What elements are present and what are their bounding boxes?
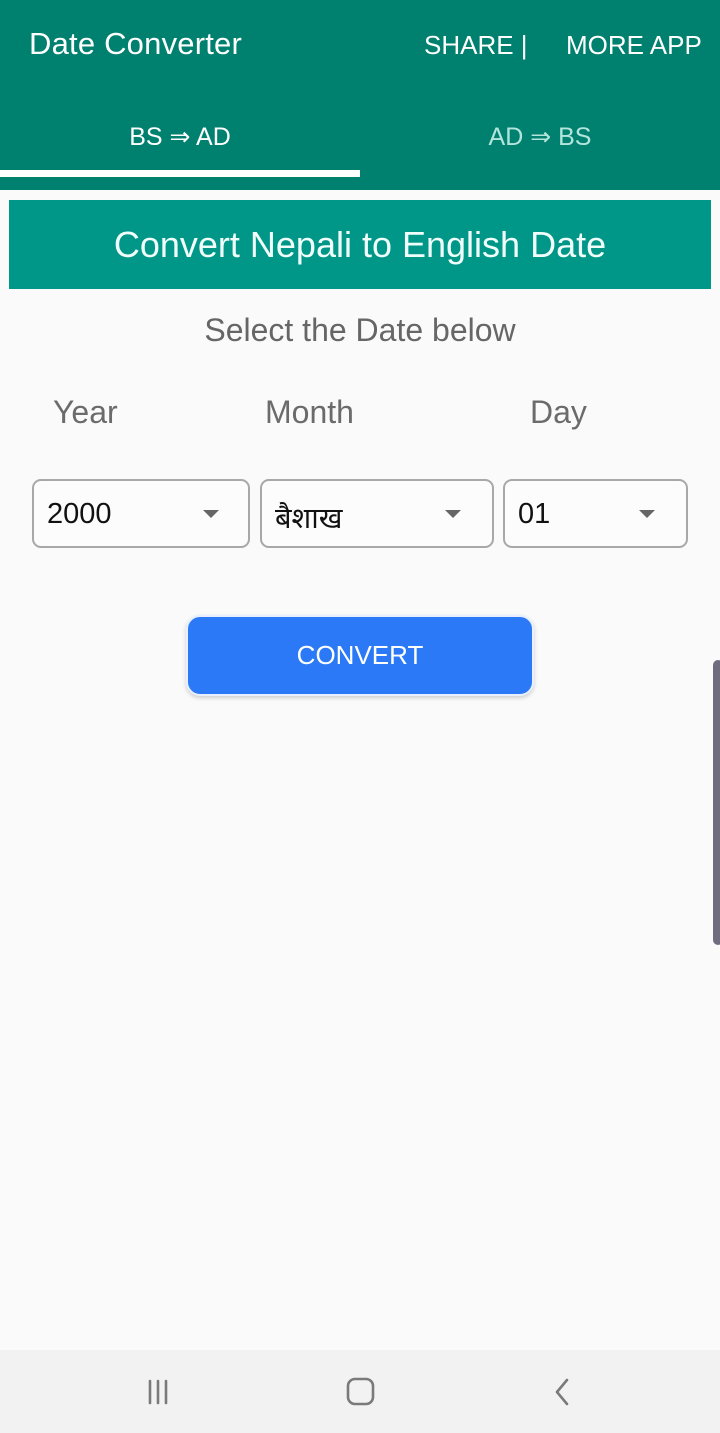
- day-dropdown-value: 01: [518, 498, 551, 530]
- system-navigation-bar: [0, 1350, 720, 1433]
- app-title: Date Converter: [29, 26, 243, 61]
- instruction-text: Select the Date below: [204, 312, 516, 348]
- year-label: Year: [53, 394, 118, 430]
- app-bar: Date Converter SHARE | MORE APP BS ⇒ AD …: [0, 0, 720, 190]
- recent-apps-icon: [148, 1379, 168, 1404]
- more-apps-button[interactable]: MORE APP: [566, 30, 702, 61]
- month-label: Month: [265, 394, 354, 430]
- edge-panel-handle[interactable]: [713, 660, 720, 945]
- day-dropdown[interactable]: 01: [503, 479, 688, 548]
- home-icon: [346, 1377, 375, 1405]
- month-dropdown[interactable]: बैशाख: [260, 479, 494, 548]
- day-label: Day: [530, 394, 587, 430]
- tab-ad-to-bs[interactable]: AD ⇒ BS: [360, 92, 720, 182]
- dropdown-arrow-icon: [639, 510, 655, 518]
- dropdown-arrow-icon: [203, 510, 219, 518]
- back-button[interactable]: [523, 1350, 603, 1433]
- active-tab-indicator: [0, 170, 360, 177]
- back-icon: [555, 1378, 569, 1405]
- year-dropdown-value: 2000: [47, 498, 112, 530]
- tab-bar: BS ⇒ AD AD ⇒ BS: [0, 92, 720, 182]
- month-dropdown-value: बैशाख: [275, 503, 343, 535]
- share-button[interactable]: SHARE |: [424, 30, 528, 61]
- home-button[interactable]: [321, 1350, 401, 1433]
- recent-apps-button[interactable]: [120, 1350, 200, 1433]
- tab-bs-to-ad[interactable]: BS ⇒ AD: [0, 92, 360, 182]
- convert-button[interactable]: CONVERT: [186, 615, 534, 696]
- page-banner: Convert Nepali to English Date: [9, 200, 711, 289]
- year-dropdown[interactable]: 2000: [32, 479, 250, 548]
- dropdown-arrow-icon: [445, 510, 461, 518]
